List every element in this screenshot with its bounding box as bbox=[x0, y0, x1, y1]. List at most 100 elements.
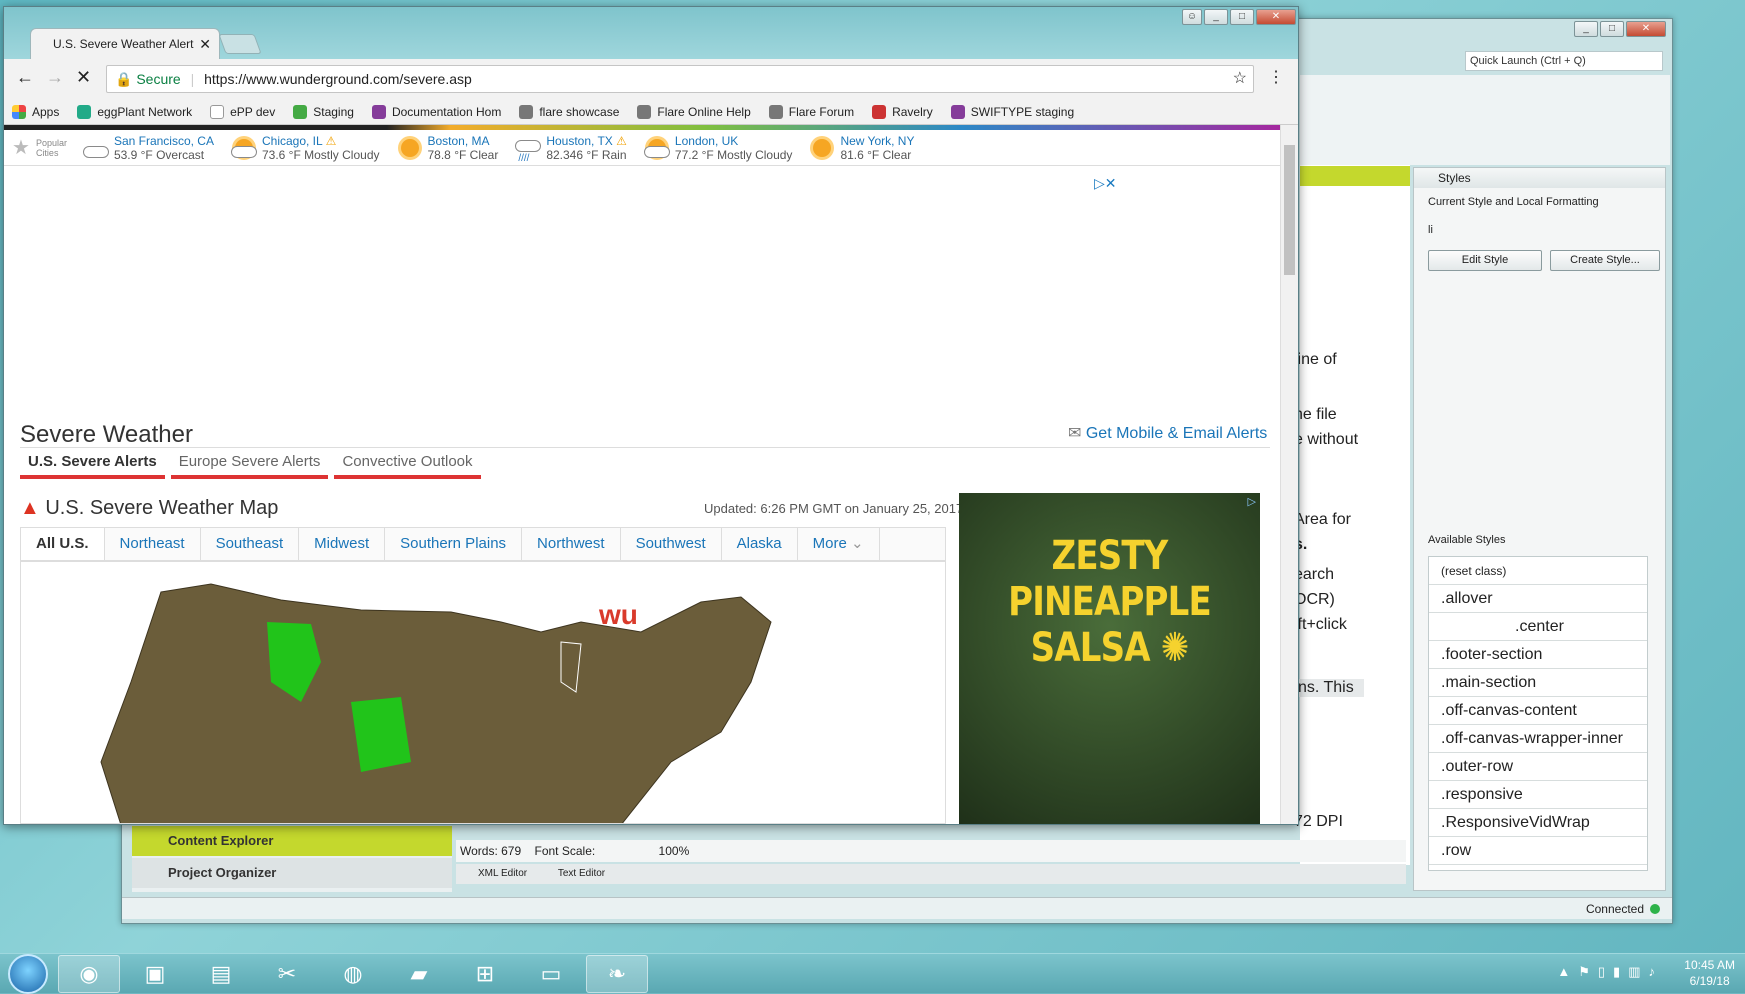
bookmark-item[interactable]: SWIFTYPE staging bbox=[943, 99, 1084, 124]
show-hidden-icon[interactable]: ▲ bbox=[1557, 964, 1570, 980]
flare-explorer-panes: Content Explorer Project Organizer bbox=[132, 826, 452, 892]
network-taskbar-icon[interactable]: ⊞ bbox=[454, 955, 516, 993]
style-item[interactable]: .footer-section bbox=[1429, 641, 1647, 669]
back-icon[interactable]: ← bbox=[16, 67, 34, 88]
region-tab[interactable]: Southwest bbox=[621, 528, 722, 560]
close-button[interactable]: ✕ bbox=[1626, 21, 1666, 37]
severe-weather-map[interactable]: wu bbox=[20, 561, 946, 824]
firefox-taskbar-icon[interactable]: ◍ bbox=[322, 955, 384, 993]
city-item[interactable]: Chicago, IL ⚠ 73.6 °F Mostly Cloudy bbox=[230, 134, 380, 162]
xml-editor-tab[interactable]: XML Editor bbox=[478, 868, 527, 879]
user-icon[interactable]: ☺ bbox=[1182, 9, 1202, 25]
style-item[interactable]: .ResponsiveVidWrap bbox=[1429, 809, 1647, 837]
close-button[interactable]: ✕ bbox=[1256, 9, 1296, 25]
region-tab[interactable]: Northwest bbox=[522, 528, 621, 560]
file-explorer-taskbar-icon[interactable]: ▤ bbox=[190, 955, 252, 993]
style-item[interactable]: .outer-row bbox=[1429, 753, 1647, 781]
network-icon[interactable]: ▥ bbox=[1628, 964, 1640, 980]
region-tab-more[interactable]: More ⌄ bbox=[798, 528, 880, 560]
battery-icon[interactable]: ▮ bbox=[1613, 964, 1620, 980]
style-item[interactable]: .off-canvas-wrapper-inner bbox=[1429, 725, 1647, 753]
zoom-select[interactable]: 100% bbox=[659, 844, 690, 858]
volume-icon[interactable]: ♪ bbox=[1649, 964, 1656, 980]
mobile-email-alerts-link[interactable]: ✉ Get Mobile & Email Alerts bbox=[1068, 423, 1267, 443]
city-item[interactable]: London, UK 77.2 °F Mostly Cloudy bbox=[643, 134, 792, 162]
chrome-taskbar-icon[interactable]: ◉ bbox=[58, 954, 120, 993]
start-button[interactable] bbox=[8, 953, 48, 994]
region-tab[interactable]: Southeast bbox=[201, 528, 300, 560]
page-scrollbar[interactable] bbox=[1280, 125, 1298, 824]
snipping-tool-taskbar-icon[interactable]: ✂ bbox=[256, 955, 318, 993]
tab-europe-severe-alerts[interactable]: Europe Severe Alerts bbox=[170, 448, 329, 479]
region-tab[interactable]: Northeast bbox=[105, 528, 201, 560]
ravelry-icon bbox=[872, 104, 887, 119]
bookmark-item[interactable]: Flare Forum bbox=[761, 99, 864, 124]
bookmark-item[interactable]: ePP dev bbox=[202, 99, 285, 124]
star-icon[interactable]: ★ bbox=[12, 135, 30, 160]
region-tab-all-us[interactable]: All U.S. bbox=[21, 528, 105, 560]
style-item[interactable]: .row bbox=[1429, 837, 1647, 865]
style-item[interactable]: .responsive bbox=[1429, 781, 1647, 809]
flare-window-controls: _ □ ✕ bbox=[1574, 21, 1666, 37]
sun-icon: ✺ bbox=[1160, 625, 1189, 671]
stop-icon[interactable]: ✕ bbox=[76, 67, 91, 88]
bookmark-item[interactable]: eggPlant Network bbox=[69, 99, 202, 124]
system-clock[interactable]: 10:45 AM 6/19/18 bbox=[1684, 957, 1735, 989]
maximize-button[interactable]: □ bbox=[1600, 21, 1624, 37]
menu-icon[interactable]: ⋮ bbox=[1268, 67, 1284, 87]
doc-text: line of bbox=[1294, 351, 1337, 368]
city-item[interactable]: ////Houston, TX ⚠ 82.346 °F Rain bbox=[514, 134, 627, 164]
tab-us-severe-alerts[interactable]: U.S. Severe Alerts bbox=[20, 448, 165, 479]
minimize-button[interactable]: _ bbox=[1204, 9, 1228, 25]
device-icon[interactable]: ▯ bbox=[1598, 964, 1605, 980]
city-item[interactable]: New York, NY 81.6 °F Clear bbox=[808, 134, 914, 162]
bookmark-star-icon[interactable]: ☆ bbox=[1233, 66, 1247, 92]
quick-launch-input[interactable]: Quick Launch (Ctrl + Q) bbox=[1465, 51, 1663, 71]
content-explorer-tab[interactable]: Content Explorer bbox=[132, 826, 452, 856]
maximize-button[interactable]: □ bbox=[1230, 9, 1254, 25]
ad-choices-icon[interactable]: ▷✕ bbox=[1094, 175, 1117, 192]
flare-taskbar-icon[interactable]: ❧ bbox=[586, 954, 648, 993]
advertisement[interactable]: ZESTY PINEAPPLE SALSA ✺ ▷ bbox=[959, 493, 1260, 824]
project-organizer-tab[interactable]: Project Organizer bbox=[132, 858, 452, 888]
popular-cities-label: Popular Cities bbox=[35, 137, 67, 158]
region-tab[interactable]: Alaska bbox=[722, 528, 798, 560]
chrome-window-controls: ☺ _ □ ✕ bbox=[1182, 9, 1296, 25]
close-tab-icon[interactable]: ✕ bbox=[199, 29, 211, 59]
tab-convective-outlook[interactable]: Convective Outlook bbox=[334, 448, 481, 479]
minimize-button[interactable]: _ bbox=[1574, 21, 1598, 37]
ad-info-icon[interactable]: ▷ bbox=[1248, 495, 1256, 508]
region-tab[interactable]: Midwest bbox=[299, 528, 386, 560]
style-item[interactable]: .center bbox=[1429, 613, 1647, 641]
bookmark-item[interactable]: flare showcase bbox=[511, 99, 629, 124]
style-item[interactable]: .off-canvas-content bbox=[1429, 697, 1647, 725]
chrome-tab-strip: U.S. Severe Weather Alert ✕ ☺ _ □ ✕ bbox=[4, 7, 1298, 59]
browser-tab[interactable]: U.S. Severe Weather Alert ✕ bbox=[30, 28, 220, 59]
style-item[interactable]: (reset class) bbox=[1429, 557, 1647, 585]
flag-icon[interactable]: ⚑ bbox=[1578, 964, 1590, 980]
forward-icon[interactable]: → bbox=[46, 67, 64, 88]
terminal-taskbar-icon[interactable]: ▭ bbox=[520, 955, 582, 993]
scrollbar-thumb[interactable] bbox=[1284, 145, 1295, 275]
bookmark-item[interactable]: Flare Online Help bbox=[629, 99, 760, 124]
region-tab[interactable]: Southern Plains bbox=[385, 528, 523, 560]
bookmark-item[interactable]: Documentation Hom bbox=[364, 99, 511, 124]
text-editor-tab[interactable]: Text Editor bbox=[558, 868, 605, 879]
flare-icon bbox=[950, 104, 965, 119]
style-item[interactable]: .allover bbox=[1429, 585, 1647, 613]
app-taskbar-icon[interactable]: ▣ bbox=[124, 955, 186, 993]
create-style-button[interactable]: Create Style... bbox=[1550, 250, 1660, 271]
city-item[interactable]: San Francisco, CA 53.9 °F Overcast bbox=[82, 134, 214, 162]
bookmark-apps[interactable]: Apps bbox=[4, 99, 69, 124]
address-bar[interactable]: 🔒 Secure | https://www.wunderground.com/… bbox=[106, 65, 1254, 93]
bookmark-item[interactable]: Staging bbox=[285, 99, 364, 124]
new-tab-button[interactable] bbox=[218, 34, 262, 54]
edit-style-button[interactable]: Edit Style bbox=[1428, 250, 1542, 271]
bookmark-item[interactable]: Ravelry bbox=[864, 99, 943, 124]
city-item[interactable]: Boston, MA 78.8 °F Clear bbox=[396, 134, 498, 162]
notes-taskbar-icon[interactable]: ▰ bbox=[388, 955, 450, 993]
windows-taskbar: ◉ ▣ ▤ ✂ ◍ ▰ ⊞ ▭ ❧ ▲ ⚑ ▯ ▮ ▥ ♪ 10:45 AM 6… bbox=[0, 953, 1745, 994]
style-item[interactable]: .main-section bbox=[1429, 669, 1647, 697]
updated-timestamp: Updated: 6:26 PM GMT on January 25, 2017 bbox=[704, 501, 964, 516]
flare-status-bar: Connected bbox=[122, 897, 1672, 919]
